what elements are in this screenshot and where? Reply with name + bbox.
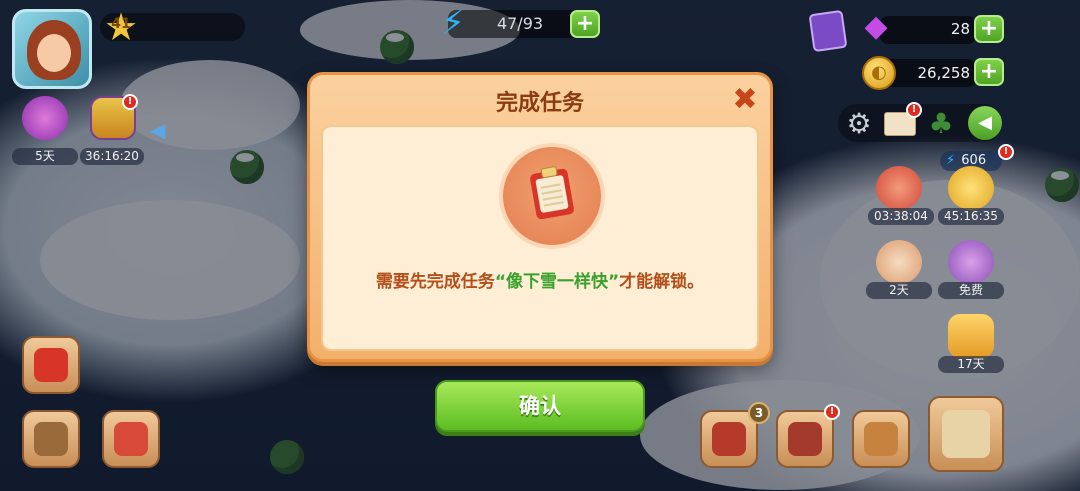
collapse-arrow-icon[interactable]: ◀ xyxy=(150,118,165,142)
mine-cart-icon xyxy=(34,422,68,456)
free-label: 免费 xyxy=(938,282,1004,299)
coins-value: 26,258 xyxy=(917,64,971,82)
clipboard-icon xyxy=(529,165,575,220)
message-suffix: 才能解锁。 xyxy=(619,272,705,292)
fish-icon xyxy=(948,240,994,284)
event-item-1[interactable]: 5天 xyxy=(12,96,78,165)
cart-button[interactable] xyxy=(22,410,80,468)
event-timer: 36:16:20 xyxy=(80,148,144,165)
add-energy-button[interactable]: + xyxy=(570,10,600,38)
alert-badge: ! xyxy=(824,404,840,420)
avatar-face xyxy=(37,34,71,72)
back-arrow-icon[interactable]: ◀ xyxy=(968,106,1002,140)
piggy-event[interactable]: 45:16:35 xyxy=(938,166,1004,225)
dynamite-icon xyxy=(712,422,746,456)
bunny-event[interactable]: 2天 xyxy=(866,240,932,299)
alert-badge: ! xyxy=(122,94,138,110)
profile-icon xyxy=(114,422,148,456)
profile-button[interactable] xyxy=(102,410,160,468)
map-button[interactable] xyxy=(928,396,1004,472)
gear-icon[interactable]: ⚙ xyxy=(843,108,875,140)
backpack-button[interactable] xyxy=(852,410,910,468)
energy-value: 47/93 xyxy=(496,14,544,33)
piggy-timer: 45:16:35 xyxy=(938,208,1004,225)
clipboard-paper xyxy=(535,174,569,214)
cards-icon[interactable] xyxy=(808,9,848,53)
close-icon[interactable]: ✖ xyxy=(730,85,760,115)
dialog-title: 完成任务 xyxy=(495,91,584,116)
bunny-timer: 2天 xyxy=(866,282,932,299)
add-coins-button[interactable]: + xyxy=(974,58,1004,86)
tree-icon[interactable]: ♣ xyxy=(925,108,957,140)
mail-alert-badge: ! xyxy=(906,102,922,118)
free-event[interactable]: 免费 xyxy=(938,240,1004,299)
map-icon xyxy=(942,410,990,458)
dynamite-count: 3 xyxy=(748,402,770,424)
event-icon xyxy=(22,96,68,140)
gift-timer: 03:38:04 xyxy=(868,208,934,225)
task-icon-circle xyxy=(499,143,605,249)
pass-event[interactable]: 17天 xyxy=(938,314,1004,373)
event-item-2[interactable]: ! 36:16:20 xyxy=(80,94,144,165)
backpack-icon xyxy=(864,422,898,456)
gem-icon: ◆ xyxy=(864,9,888,44)
piggy-bank-icon xyxy=(948,166,994,210)
journal-button[interactable] xyxy=(776,410,834,468)
gift-icon xyxy=(876,166,922,210)
book-icon xyxy=(788,422,822,456)
add-gems-button[interactable]: + xyxy=(974,15,1004,43)
pass-card-icon xyxy=(948,314,994,358)
pass-timer: 17天 xyxy=(938,356,1004,373)
lightning-icon: ⚡ xyxy=(441,3,465,43)
event-timer: 5天 xyxy=(12,148,78,165)
alert-badge: ! xyxy=(998,144,1014,160)
complete-task-dialog: 完成任务 ✖ 需要先完成任务“像下雪一样快”才能解锁。 xyxy=(307,72,773,362)
bunny-icon xyxy=(876,240,922,284)
unlock-message: 需要先完成任务“像下雪一样快”才能解锁。 xyxy=(323,267,757,292)
player-avatar[interactable] xyxy=(12,9,92,89)
clipboard-icon xyxy=(34,348,68,382)
confirm-button[interactable]: 确认 xyxy=(435,380,645,432)
message-prefix: 需要先完成任务 xyxy=(375,272,495,292)
dialog-content: 需要先完成任务“像下雪一样快”才能解锁。 xyxy=(321,125,759,351)
task-list-button[interactable] xyxy=(22,336,80,394)
quest-name: “像下雪一样快” xyxy=(494,272,620,292)
gift-event[interactable]: 03:38:04 xyxy=(868,166,934,225)
level-number: 41 xyxy=(111,16,131,32)
gems-value: 28 xyxy=(950,20,970,38)
